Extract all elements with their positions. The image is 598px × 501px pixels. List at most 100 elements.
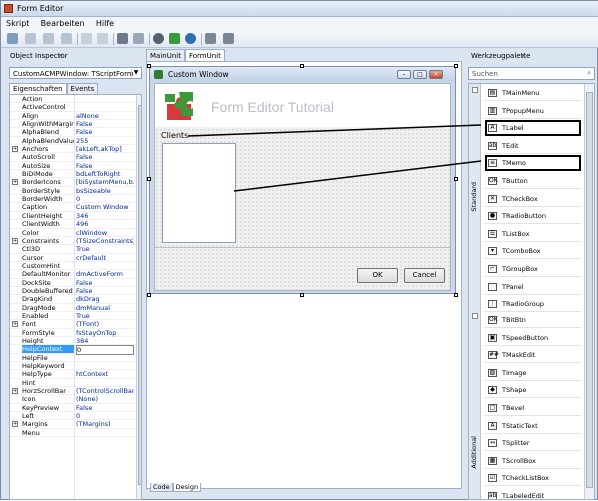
cut-icon[interactable] — [25, 33, 36, 44]
property-value[interactable]: False — [76, 153, 134, 161]
resize-handle[interactable] — [300, 293, 304, 297]
property-value[interactable]: Custom Window — [76, 203, 134, 211]
property-row[interactable]: CustomHint — [10, 262, 141, 271]
custom-window-form[interactable]: Custom Window – □ × Form Editor Tutorial — [149, 66, 456, 294]
property-row[interactable]: + Constraints (TSizeConstraints) — [10, 237, 141, 246]
palette-item[interactable]: ⋮ TRadioGroup — [485, 296, 581, 313]
palette-item[interactable]: ab TEdit — [485, 137, 581, 154]
property-value[interactable]: True — [76, 245, 134, 253]
palette-item[interactable]: ▣ TSpeedButton — [485, 329, 581, 346]
palette-item[interactable]: TPanel — [485, 278, 581, 295]
resize-handle[interactable] — [454, 293, 458, 297]
resize-handle[interactable] — [300, 64, 304, 68]
property-value[interactable]: bsSizeable — [76, 187, 134, 195]
property-value[interactable]: dmActiveForm — [76, 270, 134, 278]
resize-handle[interactable] — [454, 177, 458, 181]
run-icon[interactable] — [185, 33, 196, 44]
palette-search-input[interactable]: Suchen ⌕ — [468, 67, 595, 80]
collapse-standard-icon[interactable] — [472, 87, 478, 93]
property-value[interactable]: dmManual — [76, 304, 134, 312]
undo-icon[interactable] — [81, 33, 92, 44]
property-value[interactable]: bdLeftToRight — [76, 170, 134, 178]
palette-item[interactable]: ## TMaskEdit — [485, 347, 581, 364]
category-standard[interactable]: Standard — [470, 182, 478, 212]
property-row[interactable]: + Font (TFont) — [10, 320, 141, 329]
property-row[interactable]: BorderWidth 0 — [10, 195, 141, 204]
property-row[interactable]: FormStyle fsStayOnTop — [10, 329, 141, 337]
property-row[interactable]: HelpContext 0 — [10, 345, 141, 356]
property-row[interactable]: ClientHeight 346 — [10, 212, 141, 221]
property-value[interactable]: 255 — [76, 137, 134, 145]
property-row[interactable]: AutoSize False — [10, 162, 141, 171]
palette-item[interactable]: ▥ TPopupMenu — [485, 102, 581, 119]
find-icon[interactable] — [117, 33, 128, 44]
collapse-additional-icon[interactable] — [472, 313, 478, 319]
property-row[interactable]: Cursor crDefault — [10, 254, 141, 262]
cancel-button[interactable]: Cancel — [404, 268, 445, 283]
palette-item[interactable]: ● TRadioButton — [485, 208, 581, 225]
tab-events[interactable]: Events — [66, 83, 99, 94]
property-value[interactable]: alNone — [76, 112, 134, 120]
menu-skript[interactable]: Skript — [1, 17, 33, 28]
property-value[interactable]: (TControlScrollBar) — [76, 387, 134, 395]
redo-icon[interactable] — [97, 33, 108, 44]
expand-icon[interactable]: + — [12, 179, 18, 186]
property-value[interactable]: fsStayOnTop — [76, 329, 134, 337]
property-row[interactable]: ActiveControl — [10, 103, 141, 112]
palette-item[interactable]: ▾ TComboBox — [485, 243, 581, 260]
palette-item[interactable]: ab TLabeledEdit — [485, 488, 581, 499]
property-row[interactable]: AutoScroll False — [10, 153, 141, 162]
form-icon[interactable] — [205, 33, 216, 44]
palette-item[interactable]: ✕ TCheckBox — [485, 190, 581, 207]
maximize-icon[interactable]: □ — [413, 70, 427, 79]
property-row[interactable]: + HorzScrollBar (TControlScrollBar) — [10, 387, 141, 396]
palette-item[interactable]: ☰ TListBox — [485, 225, 581, 242]
tab-design[interactable]: Design — [172, 483, 202, 492]
compile-icon[interactable] — [153, 33, 164, 44]
palette-scrollbar[interactable] — [584, 84, 594, 499]
property-row[interactable]: Align alNone — [10, 112, 141, 121]
property-row[interactable]: BorderStyle bsSizeable — [10, 187, 141, 196]
palette-item[interactable]: ▦ TScrollBox — [485, 452, 581, 469]
palette-item[interactable]: ▤ TMainMenu — [485, 85, 581, 101]
property-value[interactable]: htContext — [76, 370, 134, 378]
design-surface[interactable]: Custom Window – □ × Form Editor Tutorial — [146, 61, 462, 489]
property-row[interactable]: BiDiMode bdLeftToRight — [10, 170, 141, 179]
palette-item[interactable]: ◆ TShape — [485, 382, 581, 399]
property-row[interactable]: Hint — [10, 379, 141, 388]
search-icon[interactable]: ⌕ — [587, 69, 591, 78]
delete-icon[interactable] — [61, 33, 72, 44]
property-row[interactable]: Caption Custom Window — [10, 203, 141, 212]
property-value[interactable]: dkDrag — [76, 295, 134, 303]
palette-item[interactable]: A TLabel — [485, 120, 581, 137]
clients-memo[interactable] — [162, 143, 236, 243]
palette-item[interactable]: OK TButton — [485, 173, 581, 189]
chevron-down-icon[interactable]: ▼ — [131, 69, 140, 77]
property-row[interactable]: AlphaBlendValue 255 — [10, 137, 141, 146]
category-additional[interactable]: Additional — [470, 436, 478, 469]
palette-item[interactable]: □ TBevel — [485, 400, 581, 416]
palette-item[interactable]: ≡ TMemo — [485, 155, 581, 172]
property-row[interactable]: ClientWidth 496 — [10, 220, 141, 229]
property-row[interactable]: KeyPreview False — [10, 404, 141, 413]
expand-icon[interactable]: + — [12, 421, 18, 428]
property-row[interactable]: DragMode dmManual — [10, 304, 141, 312]
property-value[interactable]: 384 — [76, 337, 134, 345]
property-value[interactable]: [akLeft,akTop] — [76, 145, 134, 153]
tab-mainunit[interactable]: MainUnit — [146, 49, 185, 61]
replace-icon[interactable] — [133, 33, 144, 44]
property-row[interactable]: DoubleBuffered False — [10, 287, 141, 296]
form-client-area[interactable]: Form Editor Tutorial Clients OK Cancel — [154, 83, 451, 291]
property-row[interactable]: AlphaBlend False — [10, 128, 141, 137]
palette-item[interactable]: OK TBitBtn — [485, 312, 581, 328]
menu-hilfe[interactable]: Hilfe — [91, 17, 118, 28]
expand-icon[interactable]: + — [12, 388, 18, 395]
property-value[interactable]: False — [76, 287, 134, 295]
property-row[interactable]: Ctl3D True — [10, 245, 141, 254]
property-value[interactable]: 346 — [76, 212, 134, 220]
scrollbar-thumb[interactable] — [138, 105, 141, 485]
property-row[interactable]: Action — [10, 95, 141, 104]
palette-item[interactable]: A TStaticText — [485, 417, 581, 434]
property-value[interactable]: (None) — [76, 395, 134, 403]
property-row[interactable]: AlignWithMargins False — [10, 120, 141, 129]
